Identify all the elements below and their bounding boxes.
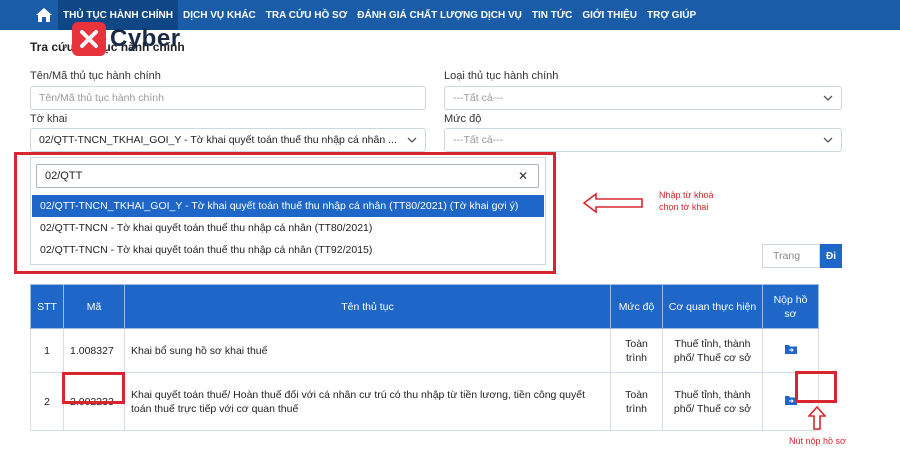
chevron-down-icon [823, 95, 833, 101]
nav-item-lookup-records[interactable]: TRA CỨU HỒ SƠ [261, 0, 352, 30]
header-level: Mức độ [610, 284, 663, 329]
name-input-placeholder: Tên/Mã thủ tục hành chính [39, 92, 164, 104]
logo-text: Cyber [110, 25, 181, 52]
nav-item-about[interactable]: GIỚI THIỆU [577, 0, 642, 30]
table-header-row: STT Mã Tên thủ tục Mức độ Cơ quan thực h… [30, 284, 819, 329]
header-stt: STT [30, 284, 64, 329]
logo-x-icon [72, 22, 106, 56]
annotation-submit-button: Nút nộp hồ sơ [789, 436, 846, 446]
table-row: 2 2.002233 Khai quyết toán thuế/ Hoàn th… [30, 372, 819, 431]
highlight-box-submit [795, 371, 837, 403]
nav-item-service-rating[interactable]: ĐÁNH GIÁ CHẤT LƯỢNG DỊCH VỤ [352, 0, 527, 30]
header-submit: Nộp hồ sơ [762, 284, 819, 329]
submit-cell [762, 328, 819, 373]
highlight-box-dropdown [14, 152, 556, 274]
cell-stt: 2 [30, 372, 64, 431]
arrow-up-icon [808, 406, 826, 430]
chevron-down-icon [407, 137, 417, 143]
name-label: Tên/Mã thủ tục hành chính [30, 70, 161, 82]
cell-stt: 1 [30, 328, 64, 373]
level-label: Mức độ [444, 113, 482, 125]
nav-item-other-services[interactable]: DỊCH VỤ KHÁC [178, 0, 261, 30]
home-icon[interactable] [30, 0, 58, 30]
procedure-link[interactable]: Khai quyết toán thuế/ Hoàn thuế đối với … [124, 372, 611, 431]
go-button[interactable]: Đi [820, 244, 842, 268]
cell-agency: Thuế tỉnh, thành phố/ Thuế cơ sở [662, 372, 763, 431]
arrow-left-icon [582, 192, 643, 214]
table-row: 1 1.008327 Khai bổ sung hồ sơ khai thuế … [30, 328, 819, 373]
form-label: Tờ khai [30, 113, 68, 125]
chevron-down-icon [823, 137, 833, 143]
name-input[interactable]: Tên/Mã thủ tục hành chính [30, 86, 426, 110]
annotation-keyword-line2: chọn tờ khai [659, 202, 709, 212]
annotation-keyword-line1: Nhập từ khoá [659, 190, 714, 200]
header-name: Tên thủ tục [124, 284, 611, 329]
page-number-input[interactable]: Trang [762, 244, 820, 268]
folder-icon[interactable] [784, 344, 797, 354]
cell-level: Toàn trình [610, 372, 663, 431]
level-select[interactable]: ---Tất cả--- [444, 128, 842, 152]
procedures-table: STT Mã Tên thủ tục Mức độ Cơ quan thực h… [30, 284, 819, 431]
type-select-value: ---Tất cả--- [453, 92, 504, 104]
form-select[interactable]: 02/QTT-TNCN_TKHAI_GOI_Y - Tờ khai quyết … [30, 128, 426, 152]
cell-level: Toàn trình [610, 328, 663, 373]
procedure-link[interactable]: Khai bổ sung hồ sơ khai thuế [124, 328, 611, 373]
header-agency: Cơ quan thực hiện [662, 284, 763, 329]
cyber-logo: Cyber [72, 22, 181, 56]
form-select-value: 02/QTT-TNCN_TKHAI_GOI_Y - Tờ khai quyết … [39, 134, 397, 146]
type-label: Loại thủ tục hành chính [444, 70, 559, 82]
pagination-control: Trang Đi [762, 244, 842, 268]
nav-item-news[interactable]: TIN TỨC [527, 0, 578, 30]
level-select-value: ---Tất cả--- [453, 134, 504, 146]
nav-item-help[interactable]: TRỢ GIÚP [642, 0, 701, 30]
highlight-box-code [62, 372, 125, 404]
cell-agency: Thuế tỉnh, thành phố/ Thuế cơ sở [662, 328, 763, 373]
type-select[interactable]: ---Tất cả--- [444, 86, 842, 110]
header-code: Mã [63, 284, 125, 329]
cell-code: 1.008327 [63, 328, 125, 373]
